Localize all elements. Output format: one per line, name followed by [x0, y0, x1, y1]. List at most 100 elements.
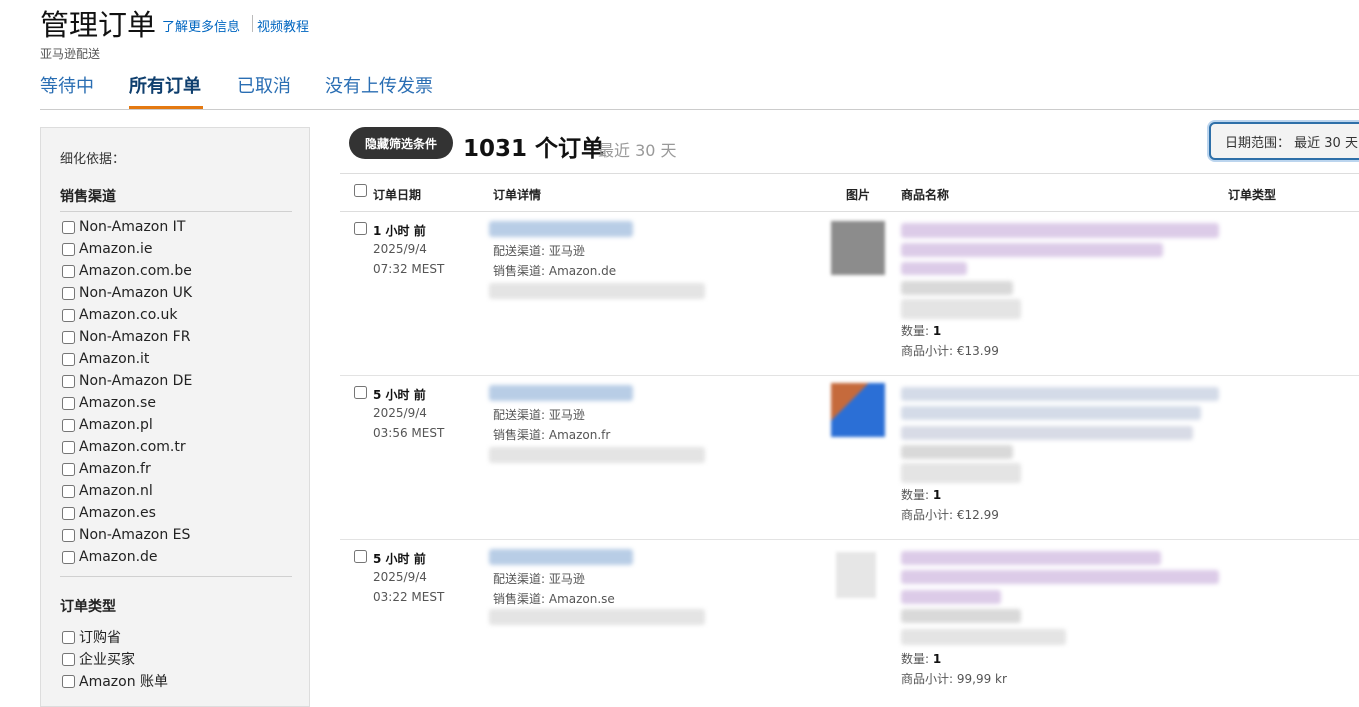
- sales-channel-label: Amazon.es: [79, 505, 156, 521]
- sales-channel-option[interactable]: Amazon.pl: [62, 415, 153, 435]
- col-product-name: 商品名称: [901, 188, 950, 202]
- product-title-redacted[interactable]: [901, 551, 1161, 565]
- sales-channel-checkbox[interactable]: [62, 242, 75, 256]
- sales-channel-option[interactable]: Non-Amazon ES: [62, 525, 190, 545]
- order-time: 03:22 MEST: [373, 590, 445, 604]
- sales-channel-option[interactable]: Amazon.ie: [62, 239, 153, 259]
- product-sku-redacted: [901, 629, 1066, 645]
- order-id-link-redacted[interactable]: [489, 385, 633, 401]
- sales-channel-option[interactable]: Amazon.it: [62, 349, 149, 369]
- sales-channel-label: Amazon.fr: [79, 461, 151, 477]
- sales-channel-checkbox[interactable]: [62, 462, 75, 476]
- sales-channel-checkbox[interactable]: [62, 286, 75, 300]
- sales-channel-label: Amazon.it: [79, 351, 150, 367]
- order-time-ago: 1 小时 前: [373, 224, 426, 238]
- sales-channel-checkbox[interactable]: [62, 308, 75, 322]
- product-title-redacted[interactable]: [901, 243, 1163, 257]
- sales-channel-label: Amazon.ie: [79, 241, 153, 257]
- row-divider: [340, 375, 1359, 376]
- product-sku-redacted: [901, 299, 1021, 319]
- sales-channel-checkbox[interactable]: [62, 528, 75, 542]
- sales-channel: 销售渠道: Amazon.fr: [493, 428, 611, 442]
- sales-channel-checkbox[interactable]: [62, 440, 75, 454]
- product-title-redacted[interactable]: [901, 223, 1219, 238]
- fulfillment-channel: 配送渠道: 亚马逊: [493, 244, 585, 258]
- order-time-ago: 5 小时 前: [373, 552, 426, 566]
- order-type-checkbox[interactable]: [62, 630, 75, 644]
- product-thumbnail[interactable]: [831, 383, 885, 437]
- sales-channel-label: Amazon.se: [79, 395, 156, 411]
- order-type-option[interactable]: Amazon 账单: [62, 671, 168, 691]
- order-type-checkbox[interactable]: [62, 652, 75, 666]
- sales-channel-checkbox[interactable]: [62, 484, 75, 498]
- product-title-redacted[interactable]: [901, 590, 1001, 604]
- table-header-divider: [340, 211, 1359, 212]
- sales-channel-option[interactable]: Amazon.nl: [62, 481, 153, 501]
- sales-channel-checkbox[interactable]: [62, 264, 75, 278]
- learn-more-link[interactable]: 了解更多信息: [162, 16, 240, 35]
- product-thumbnail[interactable]: [831, 221, 885, 275]
- tabs-divider: [40, 109, 1359, 110]
- row-checkbox[interactable]: [354, 222, 367, 235]
- sales-channel-checkbox[interactable]: [62, 352, 75, 366]
- sales-channel-checkbox[interactable]: [62, 506, 75, 520]
- order-id-link-redacted[interactable]: [489, 221, 633, 237]
- sales-channel-label: Non-Amazon IT: [79, 219, 186, 235]
- order-type-option[interactable]: 订购省: [62, 627, 121, 647]
- date-range-button[interactable]: 日期范围： 最近 30 天: [1209, 122, 1359, 160]
- tab-pending[interactable]: 等待中: [40, 72, 94, 98]
- order-count: 1031 个订单: [463, 136, 605, 162]
- select-all-checkbox[interactable]: [354, 184, 367, 197]
- sidebar-divider: [60, 576, 292, 577]
- buyer-info-redacted: [489, 283, 705, 299]
- tab-cancelled[interactable]: 已取消: [237, 72, 291, 98]
- sales-channel-checkbox[interactable]: [62, 550, 75, 564]
- sales-channel-option[interactable]: Non-Amazon DE: [62, 371, 192, 391]
- product-thumbnail[interactable]: [836, 552, 876, 598]
- row-checkbox[interactable]: [354, 550, 367, 563]
- sales-channel-option[interactable]: Amazon.es: [62, 503, 156, 523]
- sales-channel-option[interactable]: Amazon.se: [62, 393, 156, 413]
- quantity: 数量: 1: [901, 652, 942, 666]
- sales-channel-option[interactable]: Amazon.com.be: [62, 261, 192, 281]
- hide-filters-button[interactable]: 隐藏筛选条件: [349, 127, 453, 159]
- sales-channel-option[interactable]: Non-Amazon IT: [62, 217, 185, 237]
- fulfillment-channel: 配送渠道: 亚马逊: [493, 572, 585, 586]
- sales-channel-option[interactable]: Non-Amazon FR: [62, 327, 190, 347]
- order-type-label: 订购省: [79, 630, 121, 646]
- row-checkbox[interactable]: [354, 386, 367, 399]
- sales-channel-label: Amazon.pl: [79, 417, 153, 433]
- sales-channel-option[interactable]: Amazon.de: [62, 547, 158, 567]
- sales-channel-checkbox[interactable]: [62, 418, 75, 432]
- item-subtotal: 商品小计: €12.99: [901, 508, 999, 522]
- sales-channel-label: Amazon.co.uk: [79, 307, 178, 323]
- sales-channel-checkbox[interactable]: [62, 374, 75, 388]
- order-time: 07:32 MEST: [373, 262, 445, 276]
- order-id-link-redacted[interactable]: [489, 549, 633, 565]
- product-title-redacted[interactable]: [901, 406, 1201, 420]
- sales-channel-option[interactable]: Non-Amazon UK: [62, 283, 192, 303]
- product-title-redacted[interactable]: [901, 387, 1219, 401]
- quantity: 数量: 1: [901, 488, 942, 502]
- order-type-checkbox[interactable]: [62, 674, 75, 688]
- product-title-redacted[interactable]: [901, 262, 967, 275]
- sales-channel-option[interactable]: Amazon.fr: [62, 459, 151, 479]
- product-title-redacted[interactable]: [901, 570, 1219, 584]
- fulfillment-channel: 配送渠道: 亚马逊: [493, 408, 585, 422]
- order-date: 2025/9/4: [373, 242, 427, 256]
- product-title-redacted[interactable]: [901, 426, 1193, 440]
- sales-channel-checkbox[interactable]: [62, 396, 75, 410]
- sales-channel-option[interactable]: Amazon.com.tr: [62, 437, 186, 457]
- sales-channel-checkbox[interactable]: [62, 220, 75, 234]
- tab-no-invoice[interactable]: 没有上传发票: [325, 72, 433, 98]
- tab-all-orders[interactable]: 所有订单: [129, 72, 201, 98]
- order-type-option[interactable]: 企业买家: [62, 649, 135, 669]
- sales-channel-option[interactable]: Amazon.co.uk: [62, 305, 177, 325]
- sales-channel: 销售渠道: Amazon.de: [493, 264, 617, 278]
- sales-channel-label: Amazon.nl: [79, 483, 153, 499]
- col-order-type: 订单类型: [1228, 188, 1277, 202]
- sales-channel-checkbox[interactable]: [62, 330, 75, 344]
- col-order-date[interactable]: 订单日期: [373, 186, 421, 203]
- product-sku-redacted: [901, 463, 1021, 483]
- video-tutorial-link[interactable]: 视频教程: [257, 16, 309, 35]
